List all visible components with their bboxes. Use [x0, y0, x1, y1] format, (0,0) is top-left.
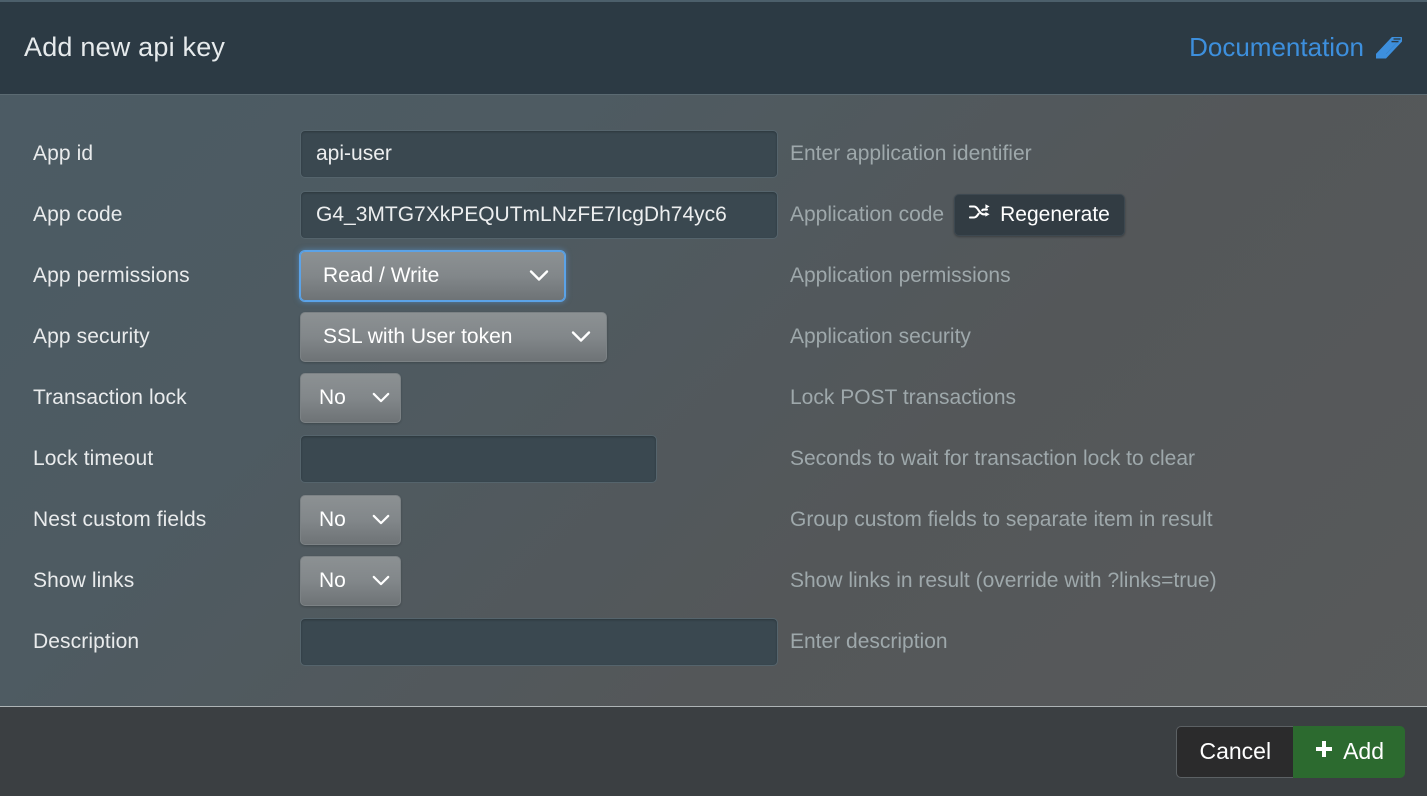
- show-links-select-wrap: No: [300, 555, 401, 606]
- hint-app-security: Application security: [778, 325, 1427, 349]
- hint-description: Enter description: [778, 630, 1427, 654]
- hint-lock-timeout: Seconds to wait for transaction lock to …: [778, 447, 1427, 471]
- label-lock-timeout: Lock timeout: [33, 446, 154, 470]
- hint-nest-custom-fields: Group custom fields to separate item in …: [778, 508, 1427, 532]
- regenerate-label: Regenerate: [1000, 202, 1110, 226]
- hint-app-code: Application code Regenerate: [778, 193, 1427, 236]
- cancel-label: Cancel: [1199, 738, 1272, 764]
- form-row-app-permissions: App permissions Read / Write Application…: [0, 245, 1427, 306]
- nest-custom-fields-select-wrap: No: [300, 494, 401, 545]
- description-input[interactable]: [300, 617, 778, 666]
- control-app-code: [300, 190, 778, 239]
- hint-app-id: Enter application identifier: [778, 142, 1427, 166]
- app-permissions-select[interactable]: Read / Write: [300, 250, 565, 301]
- shuffle-icon: [969, 203, 991, 227]
- hint-text: Enter description: [790, 629, 948, 653]
- control-lock-timeout: [300, 434, 778, 483]
- transaction-lock-select[interactable]: No: [300, 372, 401, 423]
- app-permissions-select-wrap: Read / Write: [300, 250, 565, 301]
- control-nest-custom-fields: No: [300, 494, 778, 545]
- hint-text: Lock POST transactions: [790, 385, 1017, 409]
- label-app-code: App code: [33, 202, 123, 226]
- hint-transaction-lock: Lock POST transactions: [778, 386, 1427, 410]
- app-security-select-wrap: SSL with User token: [300, 311, 607, 362]
- dialog-header: Add new api key Documentation: [0, 0, 1427, 95]
- dialog-body: App id Enter application identifier App …: [0, 95, 1427, 706]
- form-row-transaction-lock: Transaction lock No Lock POST transactio…: [0, 367, 1427, 428]
- form-row-app-id: App id Enter application identifier: [0, 123, 1427, 184]
- form-row-description: Description Enter description: [0, 611, 1427, 672]
- control-app-security: SSL with User token: [300, 311, 778, 362]
- label-nest-custom-fields: Nest custom fields: [33, 507, 207, 531]
- hint-text: Seconds to wait for transaction lock to …: [790, 446, 1196, 470]
- hint-show-links: Show links in result (override with ?lin…: [778, 569, 1427, 593]
- form-row-show-links: Show links No Show links in result (over…: [0, 550, 1427, 611]
- regenerate-button[interactable]: Regenerate: [954, 193, 1125, 236]
- form-row-app-code: App code Application code: [0, 184, 1427, 245]
- page-title: Add new api key: [24, 31, 226, 62]
- add-label: Add: [1343, 738, 1384, 764]
- label-app-permissions: App permissions: [33, 263, 190, 287]
- control-app-id: [300, 129, 778, 178]
- control-description: [300, 617, 778, 666]
- label-app-id: App id: [33, 141, 94, 165]
- hint-text: Group custom fields to separate item in …: [790, 507, 1213, 531]
- hint-text: Show links in result (override with ?lin…: [790, 568, 1217, 592]
- control-show-links: No: [300, 555, 778, 606]
- show-links-select[interactable]: No: [300, 555, 401, 606]
- documentation-label: Documentation: [1189, 31, 1364, 62]
- app-security-select[interactable]: SSL with User token: [300, 311, 607, 362]
- control-app-permissions: Read / Write: [300, 250, 778, 301]
- hint-text: Enter application identifier: [790, 141, 1032, 165]
- hint-text: Application code: [790, 202, 945, 226]
- label-show-links: Show links: [33, 568, 135, 592]
- label-transaction-lock: Transaction lock: [33, 385, 187, 409]
- form-row-lock-timeout: Lock timeout Seconds to wait for transac…: [0, 428, 1427, 489]
- transaction-lock-select-wrap: No: [300, 372, 401, 423]
- hint-app-permissions: Application permissions: [778, 264, 1427, 288]
- nest-custom-fields-select[interactable]: No: [300, 494, 401, 545]
- dialog-footer: Cancel Add: [0, 706, 1427, 796]
- hint-text: Application permissions: [790, 263, 1011, 287]
- form-row-app-security: App security SSL with User token Applica…: [0, 306, 1427, 367]
- control-transaction-lock: No: [300, 372, 778, 423]
- add-api-key-dialog: Add new api key Documentation App id api…: [0, 0, 1427, 796]
- footer-button-group: Cancel Add: [1176, 725, 1405, 778]
- cancel-button[interactable]: Cancel: [1176, 725, 1294, 778]
- app-id-input[interactable]: [300, 129, 778, 178]
- book-icon: [1373, 34, 1403, 60]
- add-button[interactable]: Add: [1293, 725, 1405, 778]
- plus-icon: [1314, 738, 1334, 765]
- hint-text: Application security: [790, 324, 971, 348]
- label-description: Description: [33, 629, 140, 653]
- documentation-link[interactable]: Documentation: [1189, 32, 1403, 63]
- app-code-input[interactable]: [300, 190, 778, 239]
- form-row-nest-custom-fields: Nest custom fields No Group custom field…: [0, 489, 1427, 550]
- lock-timeout-input[interactable]: [300, 434, 657, 483]
- label-app-security: App security: [33, 324, 150, 348]
